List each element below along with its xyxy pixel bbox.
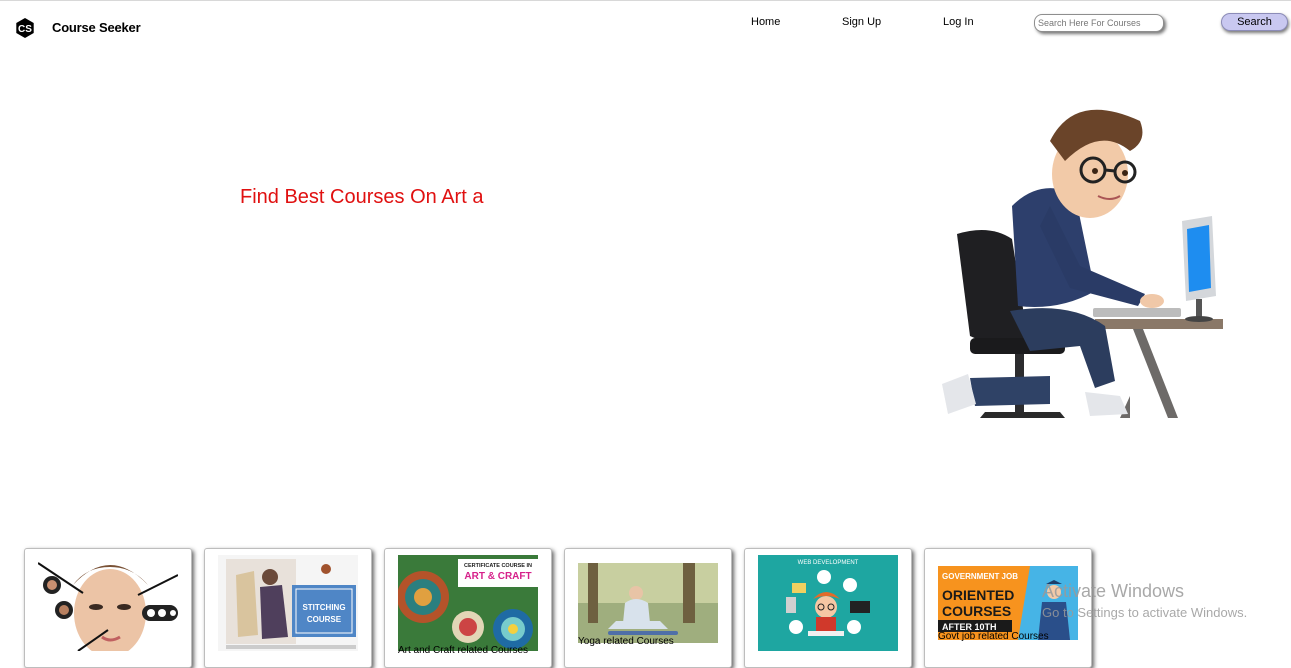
web-development-course-image: WEB DEVELOPMENT (758, 555, 898, 651)
svg-text:CERTIFICATE COURSE IN: CERTIFICATE COURSE IN (464, 563, 532, 569)
svg-text:ART & CRAFT: ART & CRAFT (464, 571, 531, 582)
course-card-label: Yoga related Courses (578, 636, 674, 647)
search-input[interactable] (1034, 14, 1164, 32)
svg-text:STITCHING: STITCHING (302, 603, 345, 612)
course-card-label: Govt job related Courses (938, 631, 1049, 642)
logo-letters: CS (18, 24, 32, 35)
search-button[interactable]: Search (1221, 13, 1288, 31)
svg-text:ORIENTED: ORIENTED (942, 587, 1014, 603)
keyboard (1093, 308, 1181, 317)
course-card-label: Art and Craft related Courses (398, 645, 529, 656)
hero-headline: Find Best Courses On Art a (240, 186, 484, 208)
nav-signup-link[interactable]: Sign Up (842, 16, 881, 28)
svg-text:COURSE: COURSE (307, 615, 342, 624)
brand-name[interactable]: Course Seeker (52, 20, 141, 35)
course-card-web-dev[interactable]: WEB DEVELOPMENT (744, 548, 912, 668)
nav-home-link[interactable]: Home (751, 16, 780, 28)
activate-windows-watermark-title: Activate Windows (1042, 581, 1185, 601)
desk-leg (1133, 329, 1178, 418)
art-craft-course-image: CERTIFICATE COURSE IN ART & CRAFT (398, 555, 538, 651)
course-card-stitching[interactable]: STITCHING COURSE (204, 548, 372, 668)
course-seeker-logo-icon[interactable]: CS (14, 17, 36, 39)
course-card-art-craft[interactable]: CERTIFICATE COURSE IN ART & CRAFT Art an… (384, 548, 552, 668)
makeup-course-image (38, 555, 178, 651)
nav-login-link[interactable]: Log In (943, 16, 974, 28)
activate-windows-watermark-subtitle: Go to Settings to activate Windows. (1042, 605, 1248, 620)
course-card-makeup[interactable] (24, 548, 192, 668)
stitching-course-image: STITCHING COURSE (218, 555, 358, 651)
svg-text:GOVERNMENT JOB: GOVERNMENT JOB (942, 572, 1018, 581)
hero-illustration (942, 109, 1223, 418)
svg-text:COURSES: COURSES (942, 603, 1011, 619)
course-card-yoga[interactable]: Yoga related Courses (564, 548, 732, 668)
web-dev-image-title: WEB DEVELOPMENT (798, 560, 859, 566)
